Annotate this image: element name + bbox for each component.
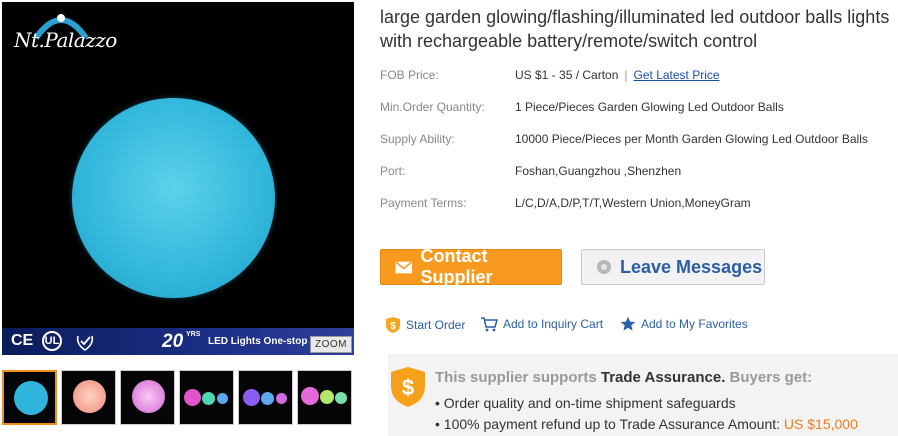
assurance-brand[interactable]: Trade Assurance.	[601, 369, 726, 386]
main-product-image[interactable]: Nt.Palazzo CE UL 20 YRS LED Lights One-s…	[2, 2, 354, 355]
fob-price-value: US $1 - 35 / Carton	[515, 68, 619, 82]
leave-messages-button[interactable]: Leave Messages	[581, 249, 765, 285]
thumbnail-three-balls-alt[interactable]	[238, 370, 293, 425]
thumbnail-strip	[2, 370, 354, 426]
years-number: 20	[162, 331, 184, 352]
spec-label: FOB Price:	[380, 68, 439, 82]
envelope-icon	[395, 261, 413, 273]
brand-logo: Nt.Palazzo	[14, 28, 117, 52]
bullet-dot: •	[435, 416, 440, 432]
start-order-label: Start Order	[406, 318, 466, 332]
star-icon	[620, 316, 636, 331]
ce-mark: CE	[11, 332, 34, 349]
bullet-text: Order quality and on-time shipment safeg…	[443, 395, 736, 411]
spec-label: Port:	[380, 164, 406, 178]
shield-icon: $	[386, 317, 400, 333]
contact-supplier-button[interactable]: Contact Supplier	[380, 246, 562, 287]
bullet-text: 100% payment refund up to Trade Assuranc…	[443, 416, 781, 432]
price-separator: |	[624, 68, 628, 82]
cart-icon	[481, 317, 498, 332]
inquiry-cart-label: Add to Inquiry Cart	[503, 317, 604, 331]
spec-value: 10000 Piece/Pieces per Month Garden Glow…	[515, 132, 868, 146]
leave-messages-label: Leave Messages	[620, 256, 763, 277]
spec-label: Supply Ability:	[380, 132, 455, 146]
strip-slogan: LED Lights One-stop S	[208, 336, 317, 347]
trade-assurance-shield-icon: $	[391, 367, 425, 407]
award-icon	[76, 335, 94, 351]
product-title: large garden glowing/flashing/illuminate…	[380, 7, 890, 51]
zoom-button[interactable]: ZOOM	[310, 336, 352, 353]
assurance-bullet: • 100% payment refund up to Trade Assura…	[435, 416, 858, 432]
start-order-link[interactable]: $ Start Order	[385, 316, 465, 334]
thumbnail-purple-ball[interactable]	[120, 370, 175, 425]
get-latest-price-link[interactable]: Get Latest Price	[634, 68, 720, 82]
svg-text:$: $	[390, 321, 396, 332]
spec-value: 1 Piece/Pieces Garden Glowing Led Outdoo…	[515, 100, 784, 114]
trade-assurance-headline: This supplier supports Trade Assurance. …	[435, 369, 812, 386]
add-to-favorites-link[interactable]: Add to My Favorites	[620, 316, 748, 332]
certification-strip: CE UL 20 YRS LED Lights One-stop S	[2, 328, 354, 355]
assurance-bullet: • Order quality and on-time shipment saf…	[435, 395, 736, 411]
spec-value: US $1 - 35 / Carton | Get Latest Price	[515, 68, 720, 82]
add-to-inquiry-cart-link[interactable]: Add to Inquiry Cart	[480, 316, 603, 332]
spec-value: L/C,D/A,D/P,T/T,Western Union,MoneyGram	[515, 196, 751, 210]
favorites-label: Add to My Favorites	[641, 317, 748, 331]
ul-mark: UL	[42, 331, 62, 351]
bullet-dot: •	[435, 395, 440, 411]
thumbnail-blue-ball[interactable]	[2, 370, 57, 425]
chat-icon	[597, 260, 611, 274]
svg-text:$: $	[402, 375, 414, 400]
assurance-tail: Buyers get:	[729, 369, 813, 386]
trade-assurance-panel: $ This supplier supports Trade Assurance…	[388, 354, 898, 436]
spec-value: Foshan,Guangzhou ,Shenzhen	[515, 164, 682, 178]
glowing-ball	[72, 98, 275, 298]
thumbnail-pink-ball[interactable]	[61, 370, 116, 425]
spec-label: Min.Order Quantity:	[380, 100, 485, 114]
contact-supplier-label: Contact Supplier	[420, 246, 493, 287]
spec-label: Payment Terms:	[380, 196, 467, 210]
thumbnail-multi-color[interactable]	[297, 370, 352, 425]
assurance-lead: This supplier supports	[435, 369, 597, 386]
assurance-amount: US $15,000	[783, 416, 858, 432]
thumbnail-three-balls[interactable]	[179, 370, 234, 425]
years-suffix: YRS	[186, 331, 201, 338]
